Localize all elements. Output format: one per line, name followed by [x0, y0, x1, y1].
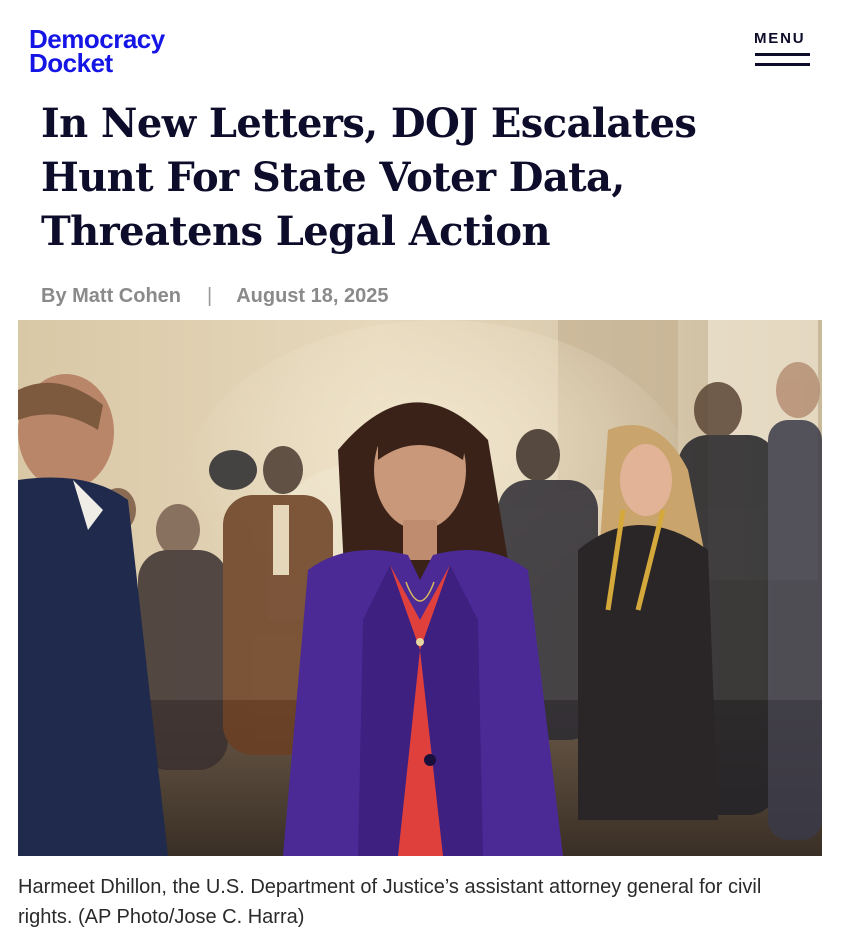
photo-caption: Harmeet Dhillon, the U.S. Department of … [18, 876, 762, 928]
byline: By Matt Cohen | August 18, 2025 [41, 283, 389, 309]
publish-date: August 18, 2025 [236, 284, 389, 307]
article-photo [18, 320, 822, 856]
article-headline: In New Letters, DOJ Escalates Hunt For S… [41, 100, 697, 255]
author-link[interactable]: By Matt Cohen [41, 285, 181, 308]
byline-separator: | [207, 284, 213, 307]
menu-button[interactable]: MENU [754, 31, 812, 71]
hamburger-icon [755, 53, 810, 67]
logo-line-2: Docket [29, 48, 113, 78]
site-logo[interactable]: Democracy Docket [29, 26, 165, 78]
menu-label: MENU [754, 30, 806, 47]
